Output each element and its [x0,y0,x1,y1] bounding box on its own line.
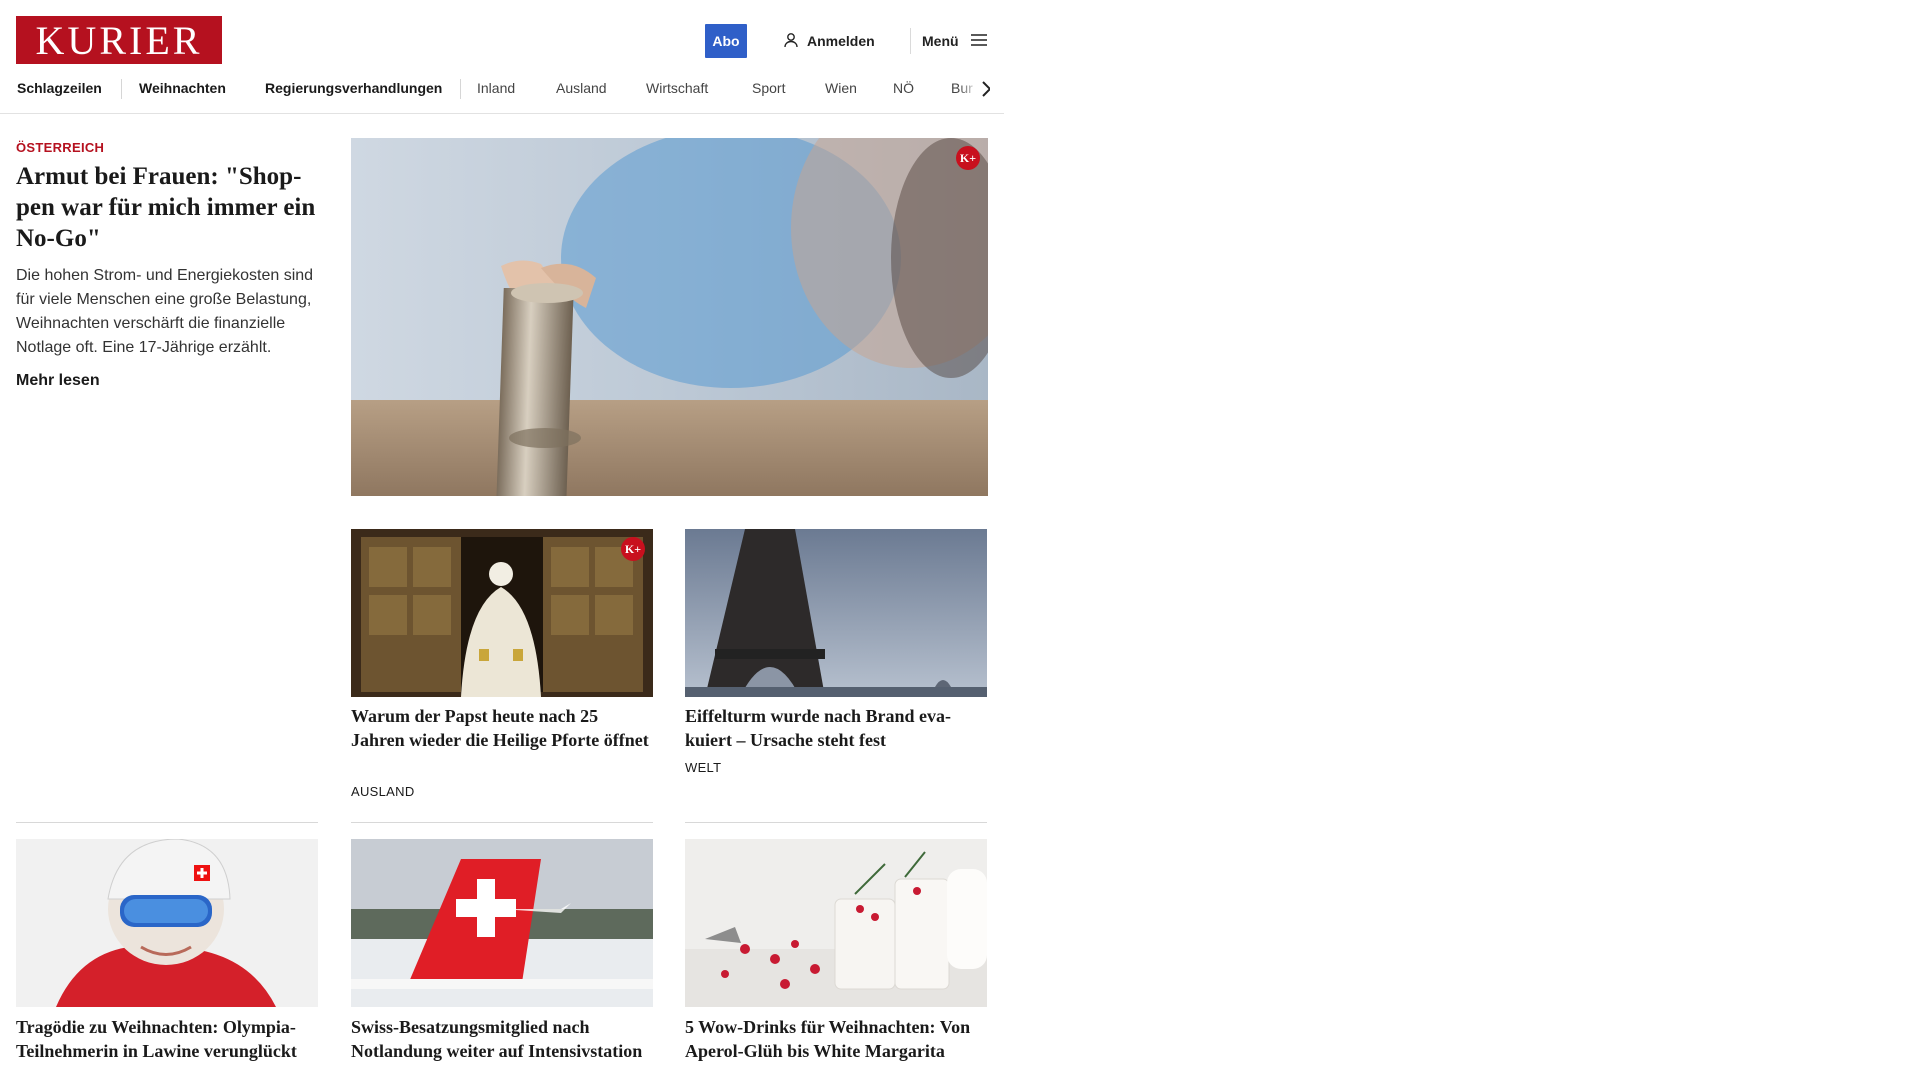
k-plus-badge: K+ [956,146,980,170]
nav-item-wirtschaft[interactable]: Wirtschaft [646,80,708,96]
abo-button[interactable]: Abo [705,24,747,58]
user-icon [783,32,799,51]
article-category-welt[interactable]: WELT [685,760,721,775]
nav-item-wien[interactable]: Wien [825,80,857,96]
nav-separator [460,79,461,99]
article-category-ausland[interactable]: AUSLAND [351,784,415,799]
row-divider [351,822,653,823]
article-headline-eiffelturm[interactable]: Eiffelturm wurde nach Brand eva­kuiert –… [685,704,987,752]
nav-item-regierungsverhandlungen[interactable]: Regierungsverhandlungen [265,80,442,96]
nav-item-sport[interactable]: Sport [752,80,785,96]
menu-button[interactable]: Menü [922,30,987,52]
login-label: Anmelden [807,33,875,49]
row-divider [16,822,318,823]
article-headline-papst[interactable]: Warum der Papst heute nach 25 Jahren wie… [351,704,653,752]
lead-kicker: ÖSTERREICH [16,140,105,155]
section-nav: Schlagzeilen Weihnachten Regierungsverha… [0,76,990,102]
article-image-swiss[interactable] [351,839,653,1007]
kurier-logo[interactable]: KURIER [16,16,222,64]
k-plus-badge: K+ [621,537,645,561]
chevron-right-icon [982,81,990,97]
nav-separator [121,79,122,99]
article-image-papst[interactable]: K+ [351,529,653,697]
nav-item-ausland[interactable]: Ausland [556,80,607,96]
login-button[interactable]: Anmelden [783,30,875,52]
lead-headline[interactable]: Armut bei Frauen: "Shop­pen war für mich… [16,161,316,254]
article-headline-drinks[interactable]: 5 Wow-Drinks für Weihnachten: Von Aperol… [685,1015,987,1063]
article-headline-skier[interactable]: Tragödie zu Weihnachten: Olym­pia-Teilne… [16,1015,318,1063]
lead-teaser: Die hohen Strom- und Energiekosten sind … [16,267,314,356]
site-header: KURIER Abo Anmelden Menü Schlagzeilen We… [0,0,1004,114]
article-headline-swiss[interactable]: Swiss-Besatzungsmitglied nach Notlandung… [351,1015,653,1063]
article-image-skier[interactable] [16,839,318,1007]
article-image-eiffelturm[interactable] [685,529,987,697]
lead-article[interactable]: ÖSTERREICH Armut bei Frauen: "Shop­pen w… [16,140,316,390]
hamburger-icon [970,33,987,50]
nav-item-weihnachten[interactable]: Weihnachten [139,80,226,96]
nav-item-noe[interactable]: NÖ [893,80,914,96]
row-divider [685,822,987,823]
header-divider [910,28,911,54]
nav-item-inland[interactable]: Inland [477,80,515,96]
nav-scroll-right-button[interactable] [958,76,990,102]
nav-item-schlagzeilen[interactable]: Schlagzeilen [17,80,102,96]
article-image-drinks[interactable] [685,839,987,1007]
lead-image-coins[interactable]: K+ [351,138,988,496]
menu-label: Menü [922,33,959,49]
read-more-link[interactable]: Mehr lesen [16,372,316,390]
